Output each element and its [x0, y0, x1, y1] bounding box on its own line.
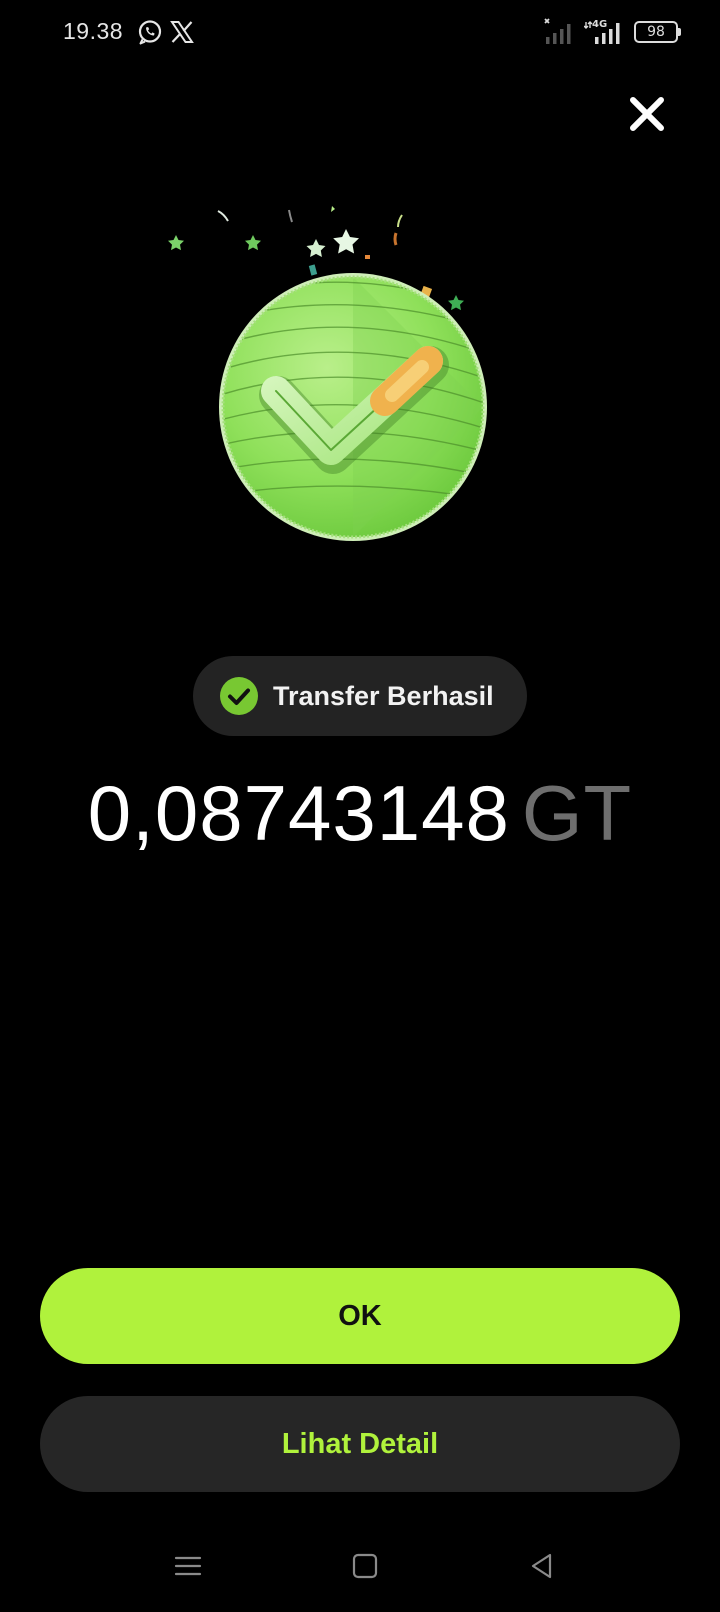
status-time: 19.38: [63, 18, 124, 44]
transfer-amount: 0,08743148 GT: [0, 768, 720, 868]
home-icon[interactable]: [345, 1546, 385, 1586]
back-icon[interactable]: [522, 1546, 562, 1586]
battery-level: 98: [647, 24, 665, 40]
ok-button[interactable]: OK: [40, 1268, 680, 1364]
signal-4g-icon: 4G: [584, 19, 620, 44]
view-detail-button[interactable]: Lihat Detail: [40, 1396, 680, 1492]
success-coin-illustration: [168, 206, 487, 541]
menu-icon[interactable]: [168, 1546, 208, 1586]
check-circle-icon: [220, 677, 258, 715]
whatsapp-icon: [138, 20, 162, 45]
x-twitter-icon: [170, 21, 194, 43]
network-type-label: 4G: [592, 19, 607, 30]
system-nav-bar: [0, 1540, 720, 1612]
amount-unit: GT: [521, 769, 633, 857]
transfer-status-label: Transfer Berhasil: [273, 680, 494, 711]
status-indicators: 4G 98: [544, 18, 681, 46]
close-icon[interactable]: [625, 92, 669, 136]
transfer-status-badge: Transfer Berhasil: [193, 656, 527, 736]
battery-indicator: 98: [634, 21, 681, 43]
coin: [219, 273, 487, 541]
signal-no-service-icon: [544, 18, 571, 44]
amount-value: 0,08743148: [87, 769, 510, 857]
status-bar: 19.38 4G 98: [0, 0, 720, 64]
